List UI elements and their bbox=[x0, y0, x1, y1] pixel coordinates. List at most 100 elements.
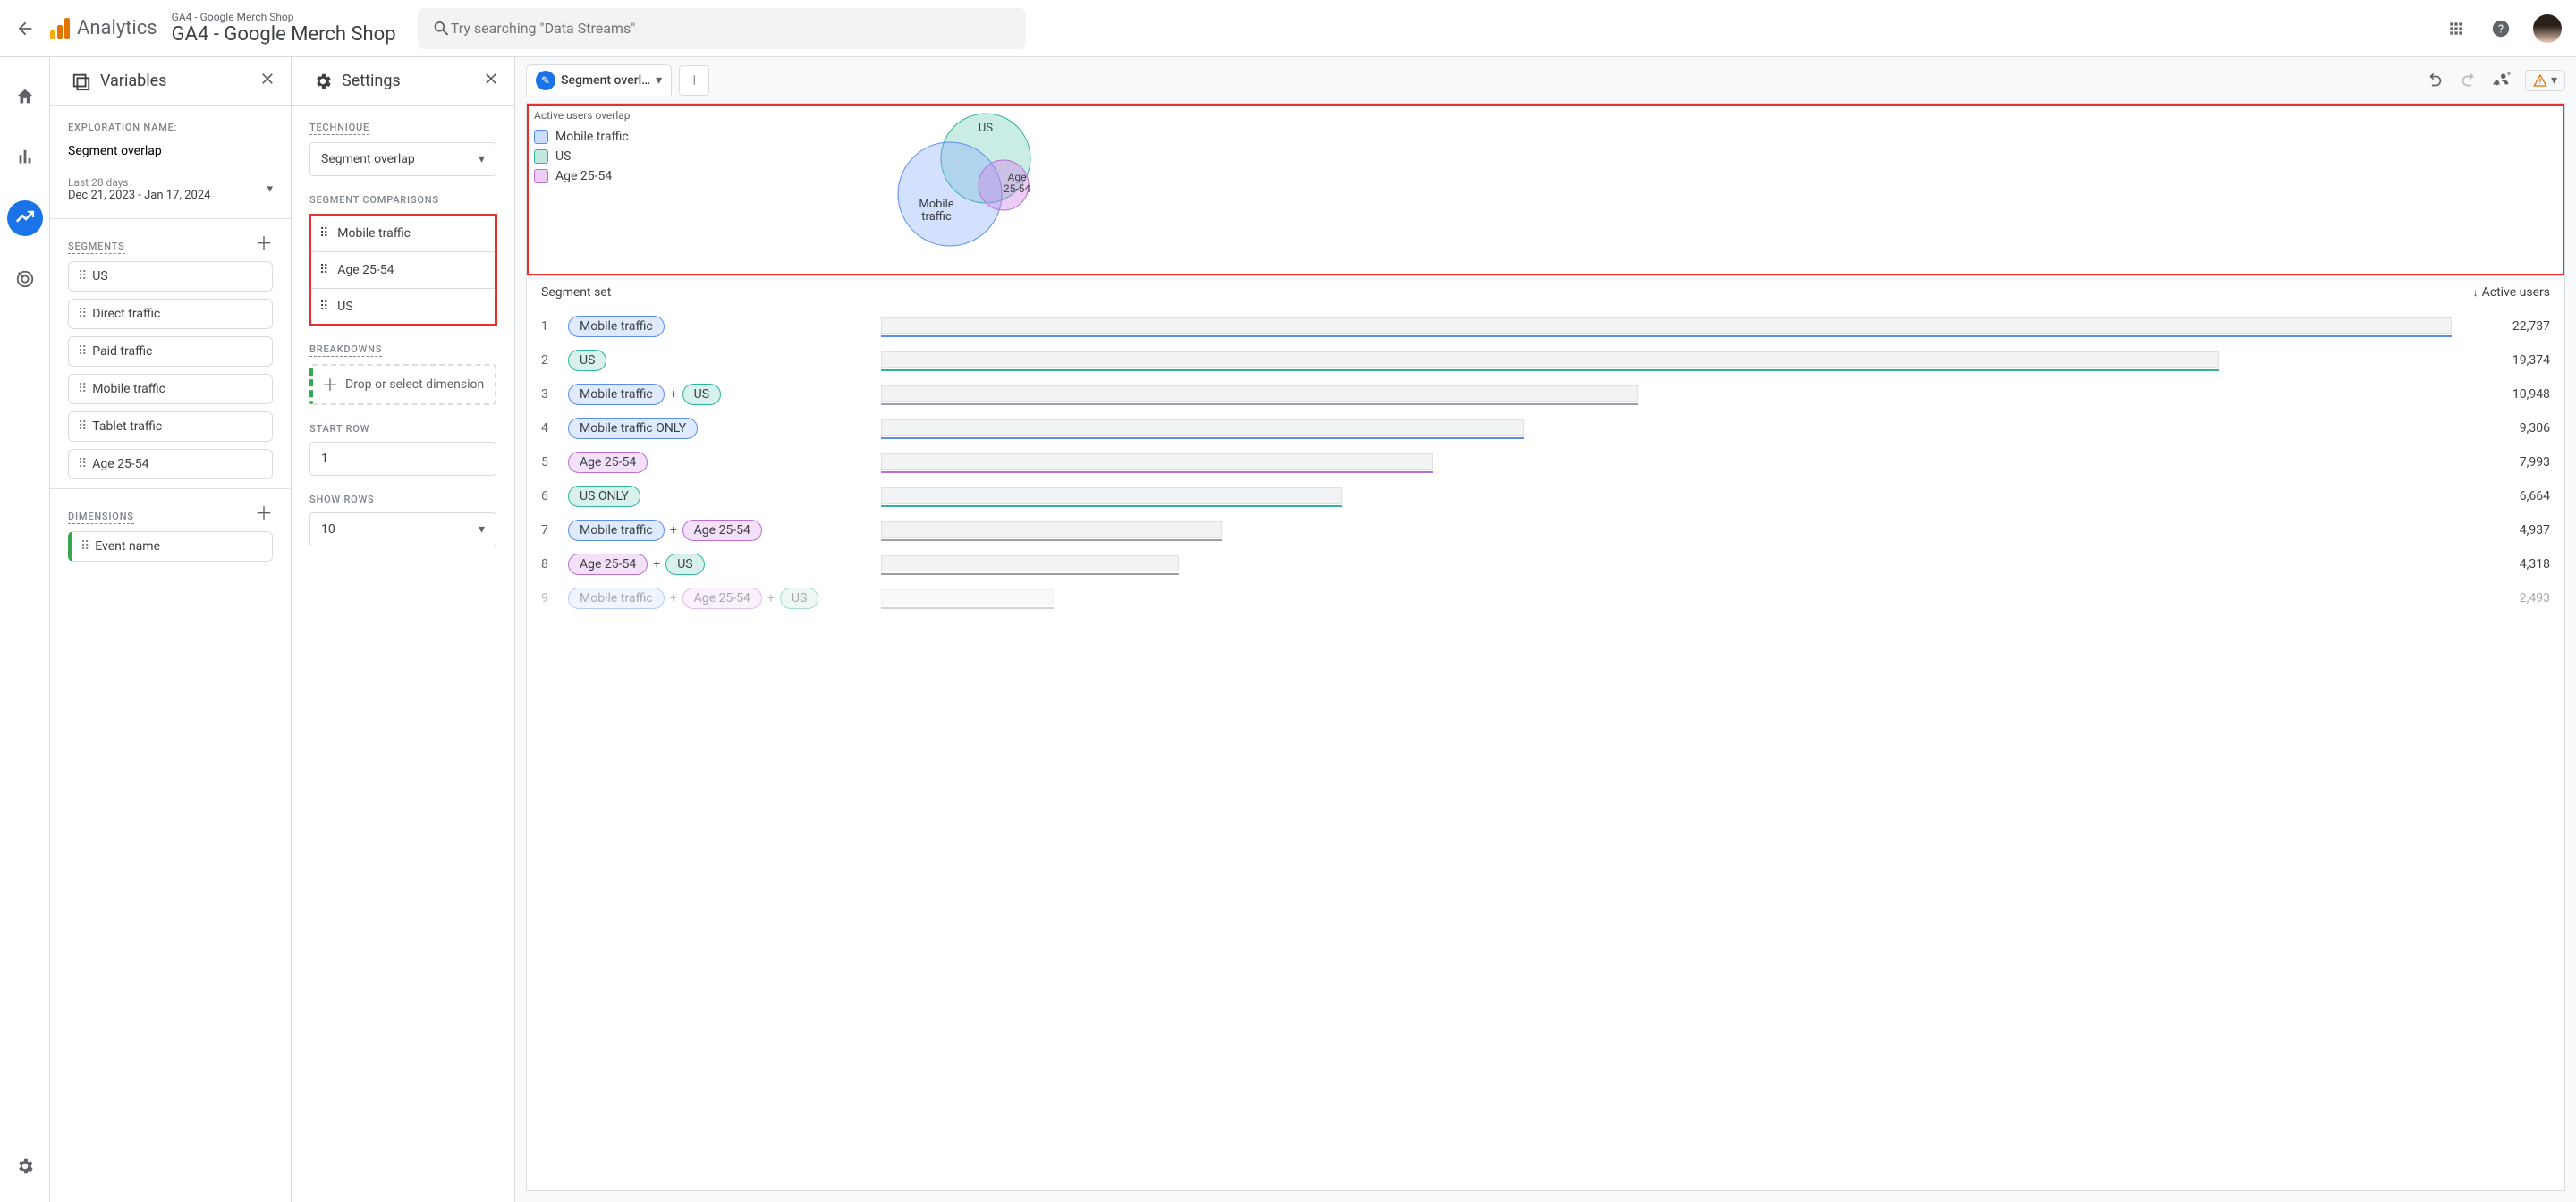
column-segment-set[interactable]: Segment set bbox=[541, 285, 881, 300]
table-row[interactable]: 7Mobile traffic+Age 25-544,937 bbox=[527, 513, 2564, 547]
row-segments: Age 25-54 bbox=[568, 452, 881, 473]
chip-label: Event name bbox=[95, 539, 160, 554]
drag-handle-icon: ⠿ bbox=[78, 344, 85, 359]
drag-handle-icon: ⠿ bbox=[80, 539, 88, 554]
drag-handle-icon: ⠿ bbox=[319, 263, 328, 277]
drag-handle-icon: ⠿ bbox=[319, 300, 328, 314]
segment-chip[interactable]: ⠿Mobile traffic bbox=[68, 374, 273, 404]
segment-badge: Age 25-54 bbox=[682, 588, 762, 609]
start-row-input[interactable]: 1 bbox=[309, 442, 496, 476]
nav-advertising[interactable] bbox=[7, 261, 43, 297]
nav-admin[interactable] bbox=[7, 1148, 43, 1184]
svg-text:+: + bbox=[2506, 70, 2511, 79]
chip-label: Age 25-54 bbox=[337, 263, 394, 277]
add-dimension-button[interactable]: ＋ bbox=[255, 499, 273, 525]
drag-handle-icon: ⠿ bbox=[78, 269, 85, 284]
row-bar bbox=[881, 453, 2452, 471]
row-segments: Mobile traffic+Age 25-54+US bbox=[568, 588, 881, 609]
table-row[interactable]: 9Mobile traffic+Age 25-54+US2,493 bbox=[527, 581, 2564, 615]
date-range-preset: Last 28 days bbox=[68, 176, 210, 189]
legend-age[interactable]: Age 25-54 bbox=[534, 166, 631, 186]
show-rows-select[interactable]: 10▾ bbox=[309, 512, 496, 546]
drag-handle-icon: ⠿ bbox=[78, 307, 85, 321]
help-icon[interactable]: ? bbox=[2488, 16, 2513, 41]
property-selector[interactable]: GA4 - Google Merch Shop GA4 - Google Mer… bbox=[172, 11, 396, 46]
nav-reports[interactable] bbox=[7, 140, 43, 175]
column-active-users[interactable]: ↓Active users bbox=[2452, 285, 2550, 300]
tab-segment-overlap[interactable]: ✎ Segment overl… ▾ bbox=[526, 64, 672, 96]
table-row[interactable]: 5Age 25-547,993 bbox=[527, 445, 2564, 479]
legend-us[interactable]: US bbox=[534, 147, 631, 166]
exploration-name-label: EXPLORATION NAME: bbox=[68, 122, 273, 133]
venn-diagram[interactable]: US Mobile traffic Age 25-54 bbox=[883, 109, 1062, 266]
row-value: 9,306 bbox=[2452, 421, 2550, 436]
table-row[interactable]: 2US19,374 bbox=[527, 343, 2564, 377]
back-button[interactable] bbox=[14, 18, 36, 39]
svg-text:?: ? bbox=[2498, 22, 2504, 36]
add-segment-button[interactable]: ＋ bbox=[255, 229, 273, 255]
segment-chip[interactable]: ⠿Tablet traffic bbox=[68, 411, 273, 442]
redo-button[interactable] bbox=[2459, 70, 2477, 91]
row-index: 8 bbox=[541, 557, 568, 571]
tab-dropdown-icon[interactable]: ▾ bbox=[656, 73, 662, 88]
account-avatar[interactable] bbox=[2533, 14, 2562, 43]
segment-chip[interactable]: ⠿Direct traffic bbox=[68, 299, 273, 329]
swatch-icon bbox=[534, 130, 548, 144]
venn-label-us: US bbox=[979, 122, 993, 135]
close-settings-button[interactable] bbox=[482, 70, 500, 92]
search-input[interactable] bbox=[451, 20, 1012, 37]
technique-select[interactable]: Segment overlap▾ bbox=[309, 142, 496, 176]
segment-chip[interactable]: ⠿US bbox=[68, 261, 273, 292]
overlap-title: Active users overlap bbox=[534, 109, 631, 122]
row-value: 19,374 bbox=[2452, 353, 2550, 368]
segment-badge: US bbox=[682, 384, 721, 405]
segment-chip[interactable]: ⠿Paid traffic bbox=[68, 336, 273, 367]
row-index: 5 bbox=[541, 455, 568, 470]
svg-text:Age: Age bbox=[1008, 171, 1027, 183]
swatch-icon bbox=[534, 149, 548, 164]
exploration-name-input[interactable] bbox=[68, 140, 273, 162]
row-segments: Mobile traffic+Age 25-54 bbox=[568, 520, 881, 541]
segment-comparison-item[interactable]: ⠿ Age 25-54 bbox=[310, 252, 496, 289]
search-bar[interactable] bbox=[418, 8, 1026, 49]
variables-title: Variables bbox=[100, 72, 166, 90]
dimension-chip[interactable]: ⠿ Event name bbox=[68, 531, 273, 562]
segment-badge: Mobile traffic bbox=[568, 520, 665, 541]
plus-separator: + bbox=[767, 591, 775, 605]
table-row[interactable]: 3Mobile traffic+US10,948 bbox=[527, 377, 2564, 411]
legend-mobile[interactable]: Mobile traffic bbox=[534, 127, 631, 147]
legend-label: Mobile traffic bbox=[555, 130, 629, 144]
analytics-logo[interactable]: Analytics bbox=[50, 17, 157, 39]
pencil-icon: ✎ bbox=[536, 71, 555, 90]
row-bar bbox=[881, 351, 2452, 369]
segment-badge: Mobile traffic ONLY bbox=[568, 418, 698, 439]
apps-icon[interactable] bbox=[2444, 16, 2469, 41]
swatch-icon bbox=[534, 169, 548, 183]
chip-label: Age 25-54 bbox=[92, 457, 148, 471]
segment-chip[interactable]: ⠿Age 25-54 bbox=[68, 449, 273, 479]
row-segments: US bbox=[568, 350, 881, 371]
add-tab-button[interactable]: ＋ bbox=[679, 65, 709, 96]
table-row[interactable]: 4Mobile traffic ONLY9,306 bbox=[527, 411, 2564, 445]
property-path: GA4 - Google Merch Shop bbox=[172, 11, 396, 23]
variables-panel: Variables EXPLORATION NAME: Last 28 days… bbox=[50, 57, 292, 1202]
table-row[interactable]: 8Age 25-54+US4,318 bbox=[527, 547, 2564, 581]
table-row[interactable]: 6US ONLY6,664 bbox=[527, 479, 2564, 513]
row-bar bbox=[881, 555, 2452, 573]
row-index: 9 bbox=[541, 591, 568, 605]
date-range-picker[interactable]: Last 28 days Dec 21, 2023 - Jan 17, 2024… bbox=[68, 176, 273, 202]
close-variables-button[interactable] bbox=[258, 70, 276, 92]
sampling-warning-button[interactable]: ▾ bbox=[2525, 70, 2565, 91]
share-button[interactable]: + bbox=[2491, 69, 2511, 92]
segment-comparison-item[interactable]: ⠿Mobile traffic bbox=[310, 216, 496, 252]
technique-value: Segment overlap bbox=[321, 152, 415, 166]
table-row[interactable]: 1Mobile traffic22,737 bbox=[527, 309, 2564, 343]
search-icon bbox=[432, 19, 451, 38]
segments-label: SEGMENTS bbox=[68, 241, 125, 254]
undo-button[interactable] bbox=[2427, 70, 2445, 91]
chip-label: US bbox=[337, 300, 352, 314]
nav-home[interactable] bbox=[7, 79, 43, 114]
segment-comparison-item[interactable]: ⠿ US bbox=[310, 289, 496, 325]
breakdowns-dropzone[interactable]: ＋ Drop or select dimension bbox=[309, 364, 496, 405]
nav-explore[interactable] bbox=[7, 200, 43, 236]
